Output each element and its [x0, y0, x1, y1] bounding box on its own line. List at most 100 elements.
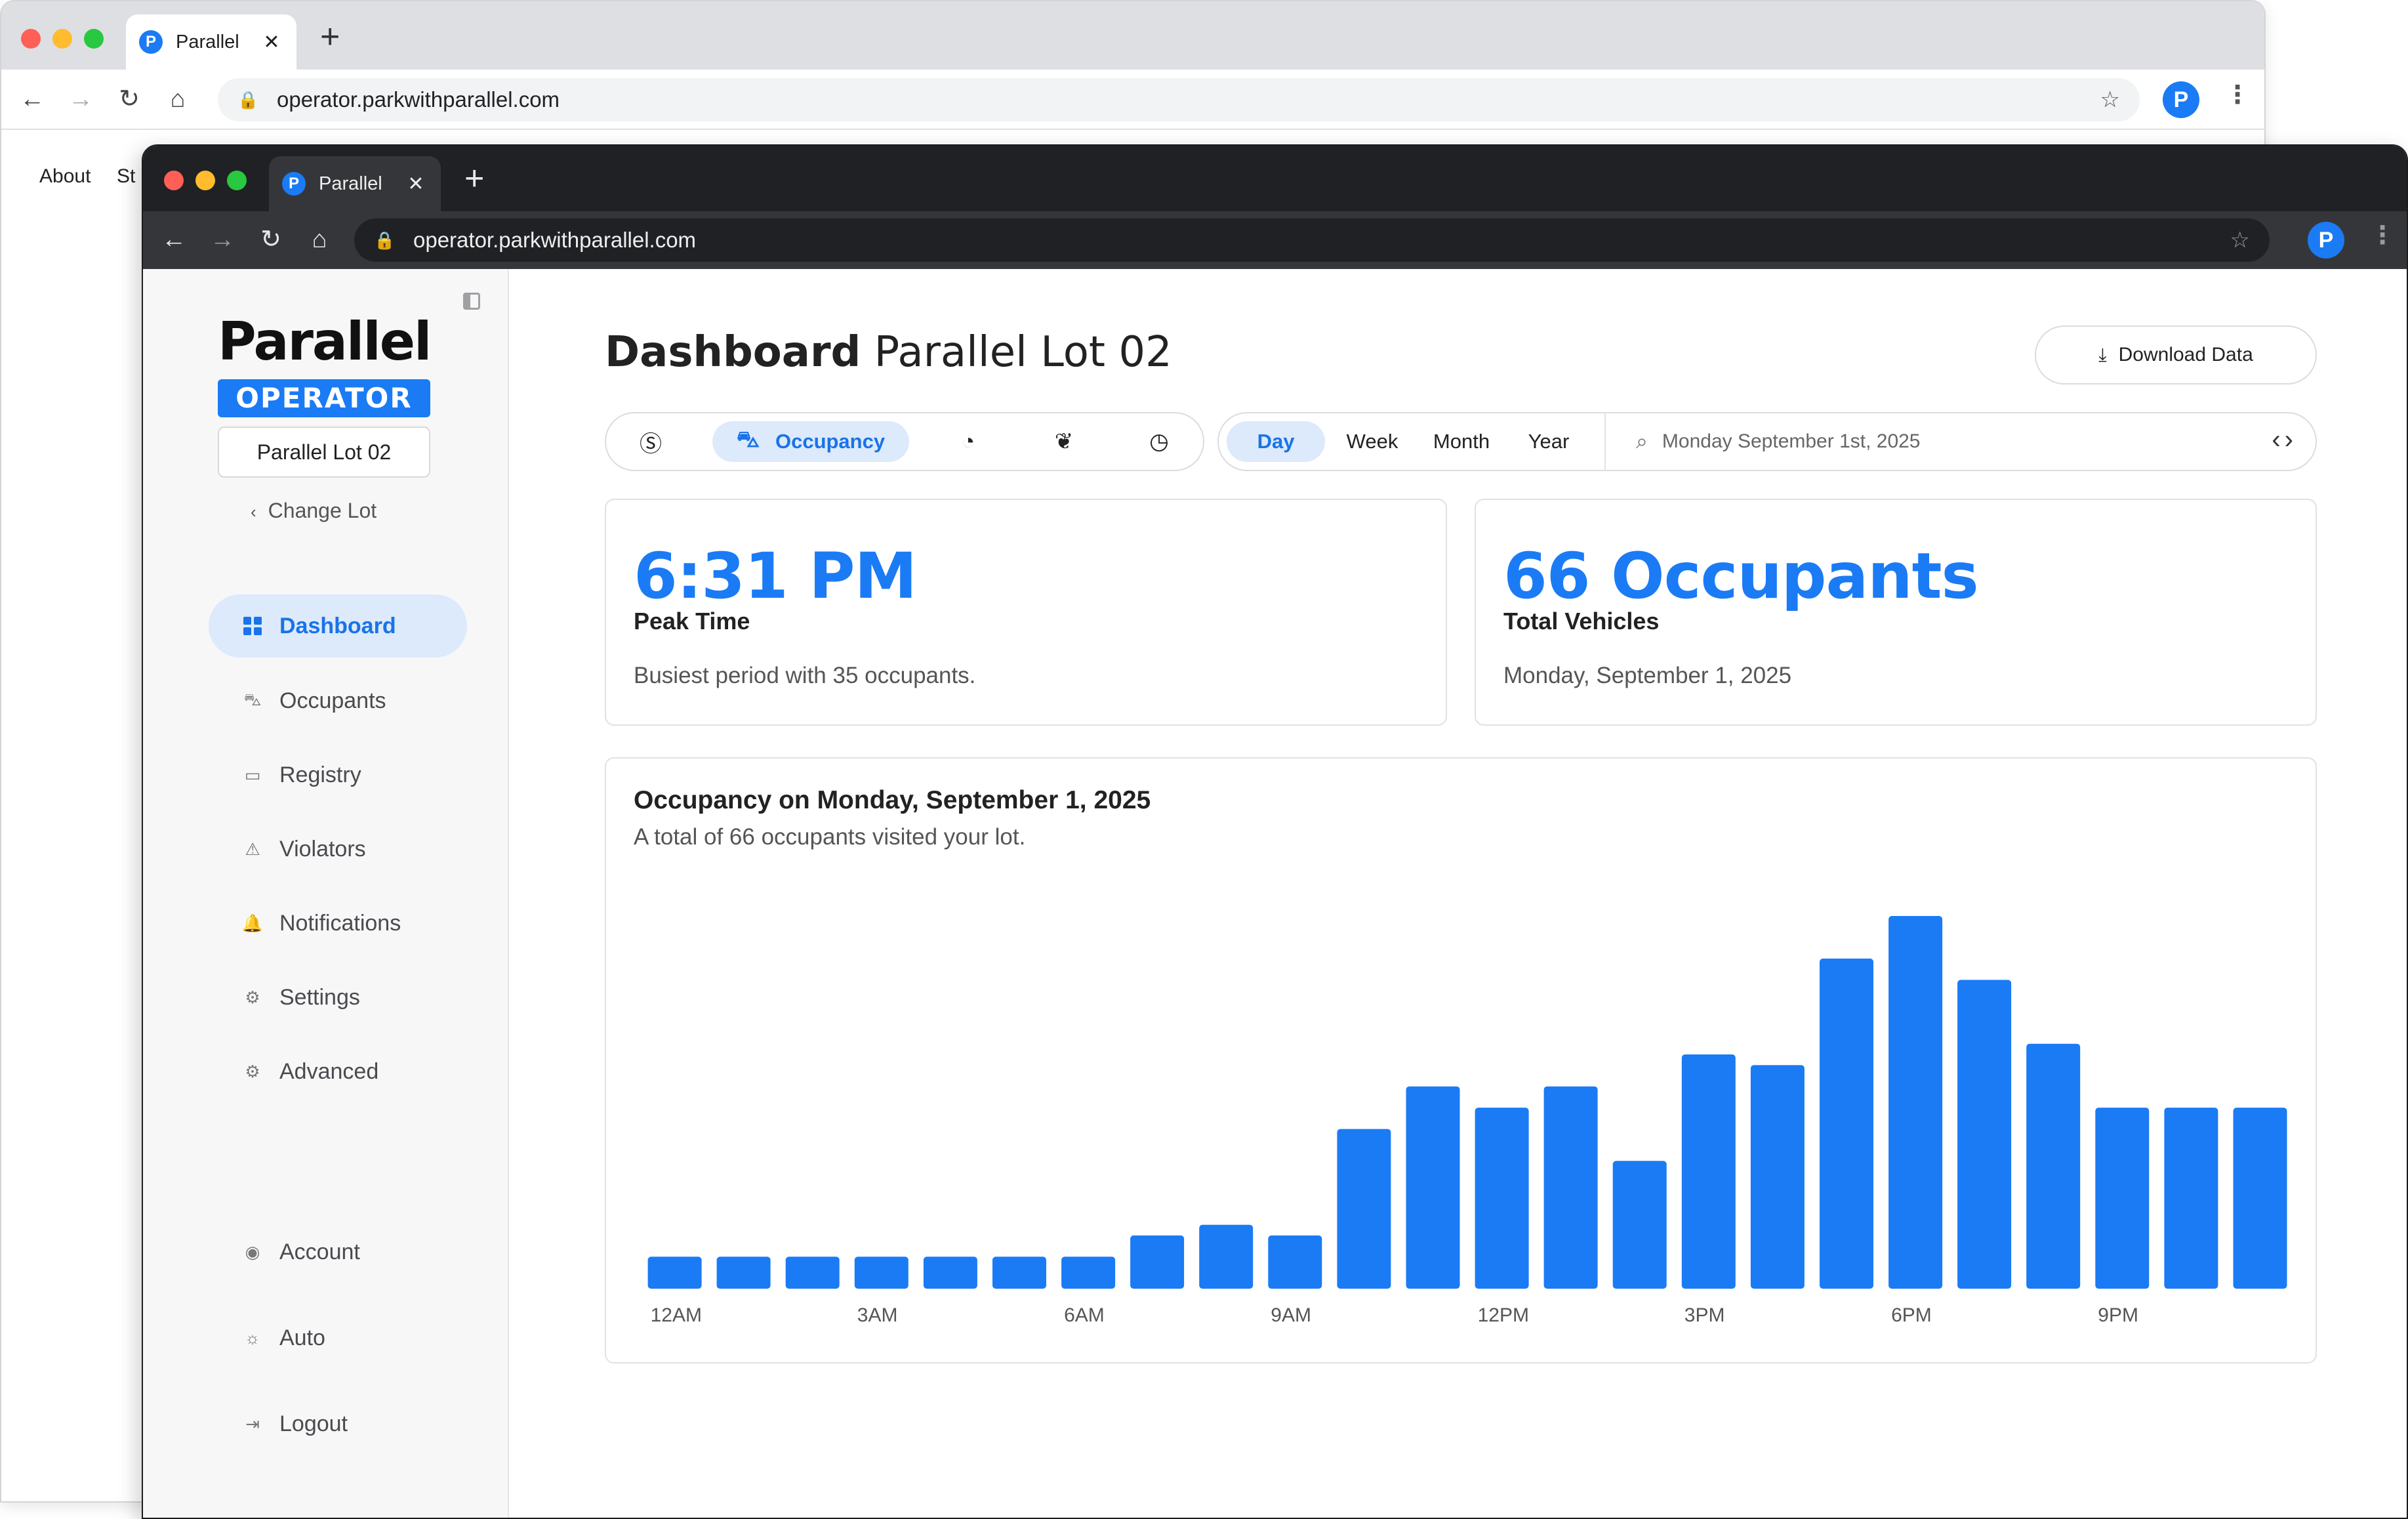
minimize-window-button[interactable] [195, 171, 215, 190]
sidebar-item-account[interactable]: ◉ Account [209, 1220, 467, 1283]
download-data-button[interactable]: ⤓ Download Data [2035, 325, 2317, 385]
tab-occupancy[interactable]: ⛍ Occupancy [712, 421, 909, 462]
x-tick-label: 3AM [857, 1304, 898, 1326]
brand-logo: Parallel [218, 311, 432, 372]
chart-bar-4AM[interactable] [923, 1257, 977, 1289]
chart-bar-1PM[interactable] [1543, 1086, 1598, 1289]
chart-bar-7AM[interactable] [1130, 1235, 1185, 1289]
address-bar[interactable]: 🔒 operator.parkwithparallel.com ☆ [354, 218, 2270, 262]
chart-bar-12PM[interactable] [1475, 1108, 1529, 1289]
chart-bar-9AM[interactable] [1268, 1235, 1322, 1289]
sidebar-item-occupants[interactable]: ⛍ Occupants [209, 669, 467, 732]
store-link[interactable]: St [117, 165, 135, 188]
period-week[interactable]: Week [1334, 421, 1410, 462]
chart-bar-9PM[interactable] [2095, 1108, 2150, 1289]
x-tick-label: 12AM [651, 1304, 702, 1326]
chart-bar-8AM[interactable] [1199, 1224, 1254, 1289]
browser-menu-icon[interactable]: ⋮ [2370, 220, 2395, 250]
chart-bar-5AM[interactable] [992, 1257, 1046, 1289]
close-window-button[interactable] [164, 171, 184, 190]
chart-bar-2PM[interactable] [1612, 1161, 1667, 1289]
sidebar-item-notifications[interactable]: 🔔 Notifications [209, 892, 467, 955]
sidebar-item-settings[interactable]: ⚙ Settings [209, 966, 467, 1029]
chart-bar-10PM[interactable] [2164, 1108, 2218, 1289]
tab-duration[interactable]: ◷ [1128, 421, 1191, 462]
reload-icon[interactable]: ↻ [113, 83, 146, 115]
period-year[interactable]: Year [1513, 421, 1585, 462]
maximize-window-button[interactable] [227, 171, 247, 190]
back-browser-tab[interactable]: P Parallel ✕ [126, 14, 296, 70]
chevron-left-icon: ‹ [251, 502, 256, 522]
sidebar-item-registry[interactable]: ▭ Registry [209, 743, 467, 806]
forward-arrow-icon[interactable]: → [206, 223, 239, 256]
period-month[interactable]: Month [1418, 421, 1505, 462]
total-vehicles-card: 66 Occupants Total Vehicles Monday, Sept… [1475, 499, 2317, 726]
x-tick-label: 3PM [1684, 1304, 1725, 1326]
date-search-input[interactable]: ⌕ Monday September 1st, 2025 [1612, 421, 2288, 462]
change-lot-link[interactable]: ‹ Change Lot [251, 499, 377, 523]
sidebar-item-label: Advanced [279, 1058, 379, 1084]
chart-bar-11PM[interactable] [2233, 1108, 2287, 1289]
chart-bar-4PM[interactable] [1750, 1065, 1805, 1289]
chart-bar-6PM[interactable] [1888, 916, 1943, 1289]
minimize-window-button[interactable] [52, 29, 72, 49]
sidebar-item-violators[interactable]: ⚠ Violators [209, 818, 467, 881]
new-tab-button[interactable]: + [464, 159, 484, 198]
tab-title: Parallel [176, 31, 239, 52]
close-tab-icon[interactable]: ✕ [260, 31, 283, 54]
about-link[interactable]: About [39, 165, 91, 188]
date-nav-arrows[interactable]: ‹› [2272, 425, 2297, 455]
x-tick-label: 6AM [1064, 1304, 1105, 1326]
chart-bar-8PM[interactable] [2026, 1043, 2081, 1289]
lock-icon: 🔒 [237, 89, 259, 110]
home-icon[interactable]: ⌂ [161, 83, 194, 115]
chart-bar-10AM[interactable] [1337, 1129, 1391, 1289]
sidebar-item-label: Registry [279, 762, 361, 787]
sidebar-collapse-icon[interactable] [463, 293, 480, 310]
peak-time-value: 6:31 PM [634, 539, 917, 613]
reload-icon[interactable]: ↻ [255, 223, 287, 256]
period-day[interactable]: Day [1227, 421, 1325, 462]
back-arrow-icon[interactable]: ← [16, 83, 49, 115]
chart-bar-6AM[interactable] [1061, 1257, 1116, 1289]
chart-bar-5PM[interactable] [1820, 958, 1873, 1289]
maximize-window-button[interactable] [84, 29, 104, 49]
chart-bar-7PM[interactable] [1957, 980, 2012, 1289]
close-tab-icon[interactable]: ✕ [404, 173, 428, 196]
chevron-left-icon[interactable]: ‹ [2272, 425, 2284, 454]
sun-icon: ☼ [245, 1327, 260, 1348]
chart-bar-2AM[interactable] [785, 1257, 840, 1289]
back-arrow-icon[interactable]: ← [157, 223, 190, 256]
tab-revenue[interactable]: Ⓢ [619, 421, 682, 462]
new-tab-button[interactable]: + [320, 17, 340, 56]
browser-menu-icon[interactable]: ⋮ [2225, 80, 2250, 110]
close-window-button[interactable] [21, 29, 41, 49]
chart-bar-3PM[interactable] [1681, 1054, 1736, 1289]
page-title: Dashboard Parallel Lot 02 [605, 328, 1172, 377]
dollar-icon: Ⓢ [640, 431, 662, 457]
address-bar[interactable]: 🔒 operator.parkwithparallel.com ☆ [218, 78, 2140, 121]
url-text: operator.parkwithparallel.com [413, 228, 697, 252]
profile-avatar[interactable]: P [2163, 81, 2199, 118]
sidebar-item-advanced[interactable]: ⚙ Advanced [209, 1040, 467, 1103]
bookmark-star-icon[interactable]: ☆ [2100, 87, 2120, 113]
search-icon: ⌕ [1636, 429, 1648, 453]
front-browser-tab[interactable]: P Parallel ✕ [269, 156, 441, 211]
sidebar-item-dashboard[interactable]: Dashboard [209, 594, 467, 657]
tab-sustainability[interactable]: ❦ [1032, 421, 1095, 462]
chart-bar-12AM[interactable] [647, 1257, 702, 1289]
tab-breakdown[interactable]: ◔ [937, 421, 1000, 462]
gear-icon: ⚙ [245, 987, 260, 1007]
chart-bar-1AM[interactable] [716, 1257, 771, 1289]
chart-bar-11AM[interactable] [1406, 1086, 1460, 1289]
sidebar-item-logout[interactable]: ⇥ Logout [209, 1392, 467, 1455]
forward-arrow-icon[interactable]: → [64, 83, 97, 115]
sidebar-item-auto-theme[interactable]: ☼ Auto [209, 1306, 467, 1369]
current-lot-display[interactable]: Parallel Lot 02 [218, 427, 430, 478]
home-icon[interactable]: ⌂ [303, 223, 336, 256]
leaf-icon: ❦ [1054, 429, 1074, 454]
chart-bar-3AM[interactable] [854, 1257, 908, 1289]
profile-avatar[interactable]: P [2308, 222, 2344, 259]
bookmark-star-icon[interactable]: ☆ [2230, 227, 2250, 253]
chevron-right-icon[interactable]: › [2285, 425, 2297, 454]
